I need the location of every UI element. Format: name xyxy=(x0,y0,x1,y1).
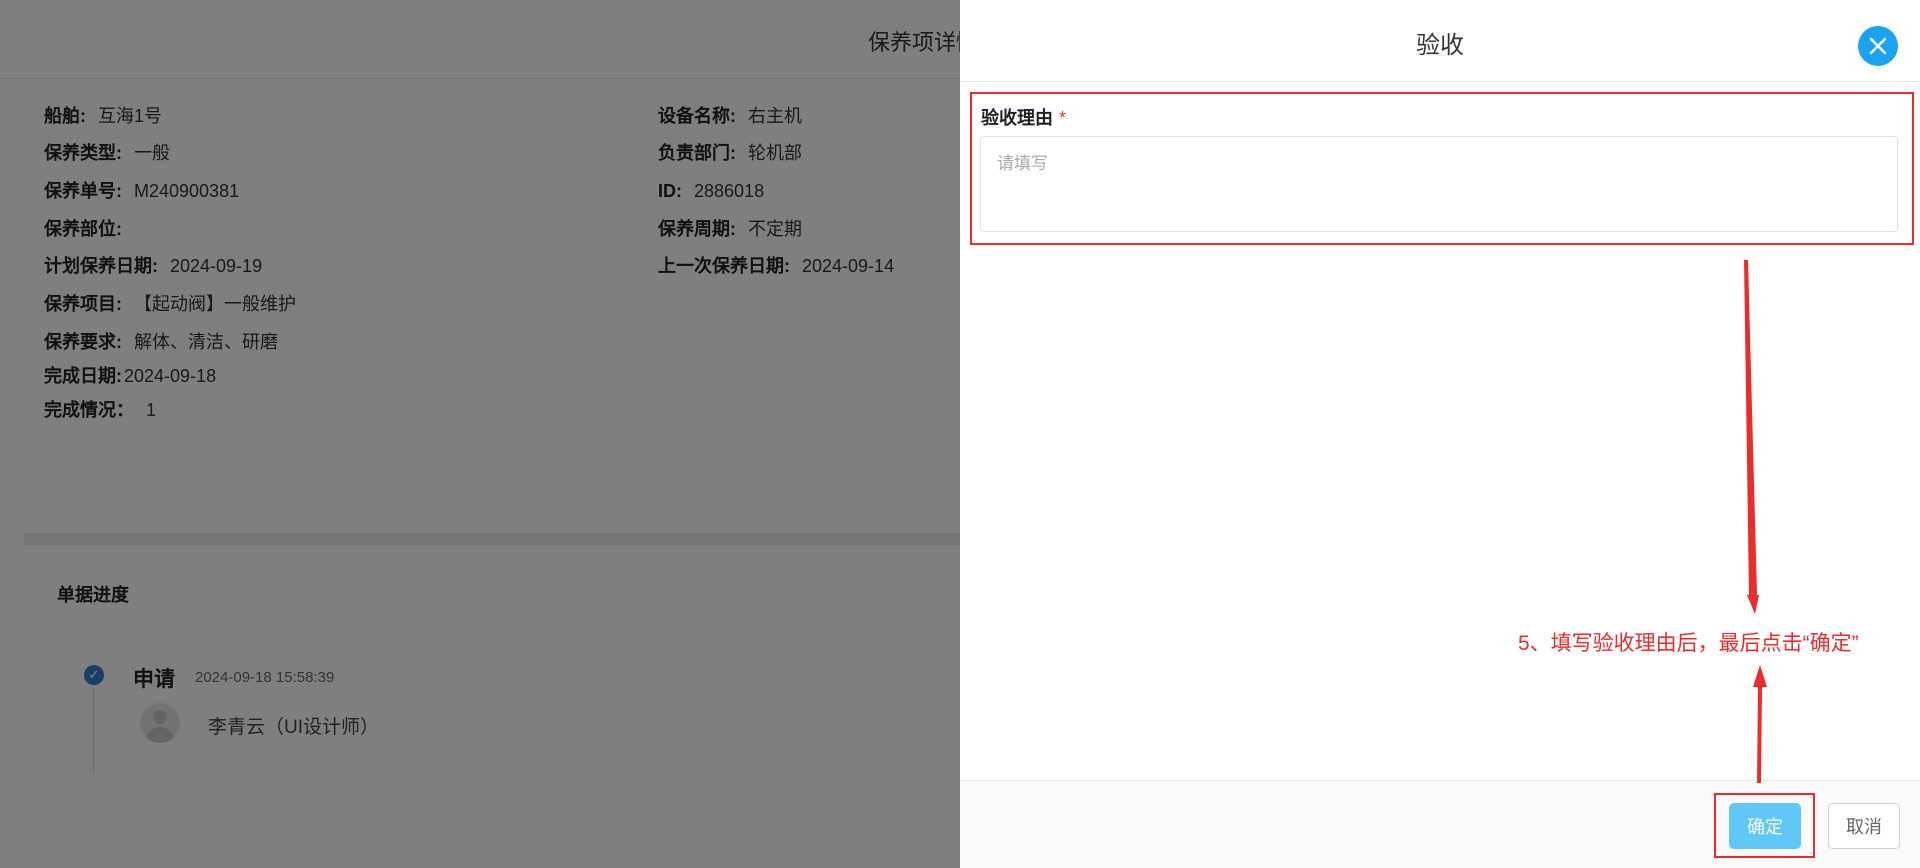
arrow-down-icon xyxy=(1744,260,1759,614)
screen-root: 保养项详情 船舶:互海1号 保养类型:一般 保养单号:M240900381 保养… xyxy=(0,0,1920,868)
arrow-up-icon xyxy=(1753,665,1767,783)
annotation-arrows xyxy=(1744,260,1767,783)
